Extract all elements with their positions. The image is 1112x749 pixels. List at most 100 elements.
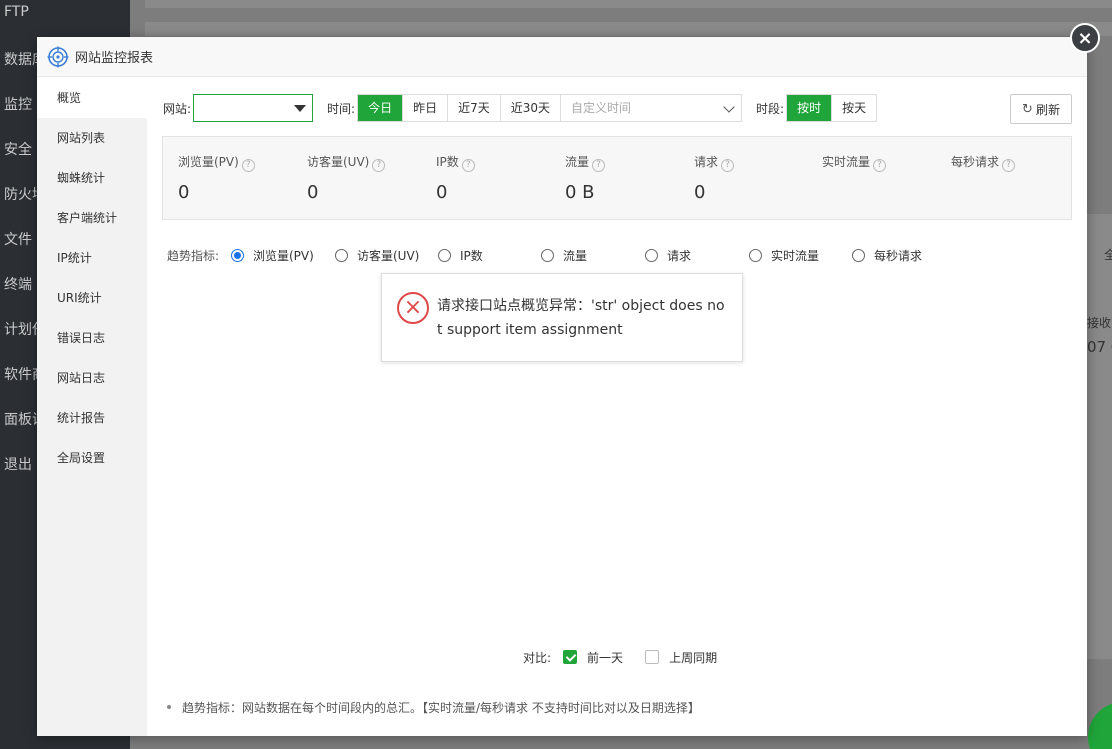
radio-icon [749, 249, 762, 262]
help-icon[interactable]: ? [1002, 159, 1016, 172]
bg-card-right [1087, 214, 1112, 659]
help-icon[interactable]: ? [372, 159, 386, 172]
stat-ip-value: 0 [436, 182, 448, 203]
modal-title: 网站监控报表 [75, 51, 154, 66]
period-daily-button[interactable]: 按天 [832, 95, 877, 121]
sidebar-item-global-settings[interactable]: 全局设置 [37, 438, 147, 478]
time-button-group: 今日 昨日 近7天 近30天 [357, 94, 562, 122]
custom-time-input[interactable]: 自定义时间 [561, 94, 743, 122]
error-circle-x-icon: × [397, 292, 429, 324]
bg-nav-ftp[interactable]: FTP [4, 4, 29, 20]
period-label: 时段: [756, 101, 785, 116]
stat-traffic: 流量? 0 B [565, 153, 606, 203]
sidebar-item-site-list[interactable]: 网站列表 [37, 118, 147, 158]
stat-uv-label: 访客量(UV) [307, 155, 370, 169]
help-icon[interactable]: ? [241, 159, 255, 172]
bg-card-second [145, 22, 1112, 36]
time-30days-button[interactable]: 近30天 [500, 95, 561, 121]
stat-requests: 请求? 0 [694, 153, 735, 203]
radio-icon [541, 249, 554, 262]
stat-requests-label: 请求 [694, 155, 719, 169]
trend-radio-label: 请求 [667, 249, 692, 263]
trend-radio-ip[interactable]: IP数 [438, 247, 483, 264]
trend-radio-label: 访客量(UV) [357, 249, 420, 263]
refresh-label: 刷新 [1035, 102, 1060, 117]
help-icon[interactable]: ? [873, 159, 887, 172]
error-message-text: 请求接口站点概览异常：'str' object does not support… [437, 298, 725, 338]
site-label: 网站: [163, 101, 192, 116]
bg-text-value: 07 G [1087, 338, 1112, 356]
stat-pv-value: 0 [178, 182, 190, 203]
refresh-icon: ↻ [1022, 101, 1033, 117]
help-icon[interactable]: ? [592, 159, 606, 172]
stat-traffic-value: 0 B [565, 182, 595, 203]
overview-stats-panel: 浏览量(PV)? 0 访客量(UV)? 0 IP数? 0 流量? 0 B 请求?… [162, 136, 1072, 220]
sidebar-item-ip-stats[interactable]: IP统计 [37, 238, 147, 278]
radio-icon [645, 249, 658, 262]
stat-pv: 浏览量(PV)? 0 [178, 153, 255, 203]
trend-radio-label: 每秒请求 [874, 249, 923, 263]
bg-nav-logout[interactable]: 退出 [4, 454, 32, 474]
trend-note: 趋势指标：网站数据在每个时间段内的总汇。【实时流量/每秒请求 不支持时间比对以及… [167, 701, 700, 715]
crosshair-logo-icon [47, 46, 69, 67]
caret-down-icon [294, 105, 307, 112]
stat-traffic-label: 流量 [565, 155, 590, 169]
compare-prev-day-checkbox[interactable] [563, 650, 578, 664]
time-today-button[interactable]: 今日 [358, 95, 404, 121]
compare-prev-day-label: 前一天 [587, 650, 624, 665]
bg-text-all: 全 [1104, 248, 1112, 262]
trend-label: 趋势指标: [167, 249, 220, 263]
stat-requests-value: 0 [694, 182, 706, 203]
stat-qps: 每秒请求? [951, 153, 1016, 182]
sidebar-item-spider-stats[interactable]: 蜘蛛统计 [37, 158, 147, 198]
modal-sidebar: 概览 网站列表 蜘蛛统计 客户端统计 IP统计 URI统计 错误日志 网站日志 … [37, 78, 147, 736]
trend-radio-label: 实时流量 [771, 249, 820, 263]
stat-ip-label: IP数 [436, 155, 459, 169]
trend-radio-qps[interactable]: 每秒请求 [852, 247, 922, 264]
stat-uv: 访客量(UV)? 0 [307, 153, 386, 203]
trend-radio-realtime[interactable]: 实时流量 [749, 247, 819, 264]
trend-radio-label: 流量 [563, 249, 588, 263]
radio-icon [231, 249, 244, 262]
sidebar-item-overview[interactable]: 概览 [37, 78, 147, 118]
bg-nav-files[interactable]: 文件 [4, 229, 32, 249]
stat-ip: IP数? 0 [436, 153, 475, 203]
time-7days-button[interactable]: 近7天 [448, 95, 501, 121]
bg-nav-terminal[interactable]: 终端 [4, 274, 32, 294]
trend-radio-pv[interactable]: 浏览量(PV) [231, 247, 314, 264]
trend-radio-uv[interactable]: 访客量(UV) [335, 247, 419, 264]
sidebar-item-site-log[interactable]: 网站日志 [37, 358, 147, 398]
chevron-down-icon [723, 101, 735, 113]
sidebar-item-uri-stats[interactable]: URI统计 [37, 278, 147, 318]
help-icon[interactable]: ? [721, 159, 735, 172]
modal-header: 网站监控报表 [37, 37, 1087, 77]
close-button[interactable]: × [1070, 23, 1100, 53]
site-select[interactable] [193, 94, 314, 122]
help-icon[interactable]: ? [461, 159, 475, 172]
sidebar-item-report[interactable]: 统计报告 [37, 398, 147, 438]
sidebar-item-client-stats[interactable]: 客户端统计 [37, 198, 147, 238]
period-hourly-button[interactable]: 按时 [787, 95, 833, 121]
compare-label: 对比: [523, 650, 552, 665]
compare-last-week-checkbox[interactable] [645, 650, 660, 664]
radio-icon [335, 249, 348, 262]
modal-body: 网站: 时间: 今日 昨日 近7天 近30天 自定义时间 时段: 按时 按天 ↻… [147, 78, 1087, 736]
stat-realtime-traffic: 实时流量? [822, 153, 887, 182]
trend-radio-requests[interactable]: 请求 [645, 247, 691, 264]
bg-nav-security[interactable]: 安全 [4, 139, 32, 159]
sidebar-item-error-log[interactable]: 错误日志 [37, 318, 147, 358]
radio-icon [852, 249, 865, 262]
bg-nav-monitor[interactable]: 监控 [4, 94, 32, 114]
bg-card-top [145, 0, 1112, 8]
trend-radio-traffic[interactable]: 流量 [541, 247, 587, 264]
radio-icon [438, 249, 451, 262]
filter-toolbar: 网站: 时间: 今日 昨日 近7天 近30天 自定义时间 时段: 按时 按天 [163, 94, 878, 122]
time-yesterday-button[interactable]: 昨日 [403, 95, 449, 121]
trend-radio-label: 浏览量(PV) [253, 249, 314, 263]
close-icon: × [1077, 27, 1093, 49]
refresh-button[interactable]: ↻ 刷新 [1010, 94, 1072, 124]
website-monitor-modal: 网站监控报表 概览 网站列表 蜘蛛统计 客户端统计 IP统计 URI统计 错误日… [37, 37, 1087, 736]
trend-radio-label: IP数 [460, 249, 483, 263]
stat-realtime-traffic-label: 实时流量 [822, 155, 871, 169]
error-message-toast: × 请求接口站点概览异常：'str' object does not suppo… [381, 273, 743, 362]
